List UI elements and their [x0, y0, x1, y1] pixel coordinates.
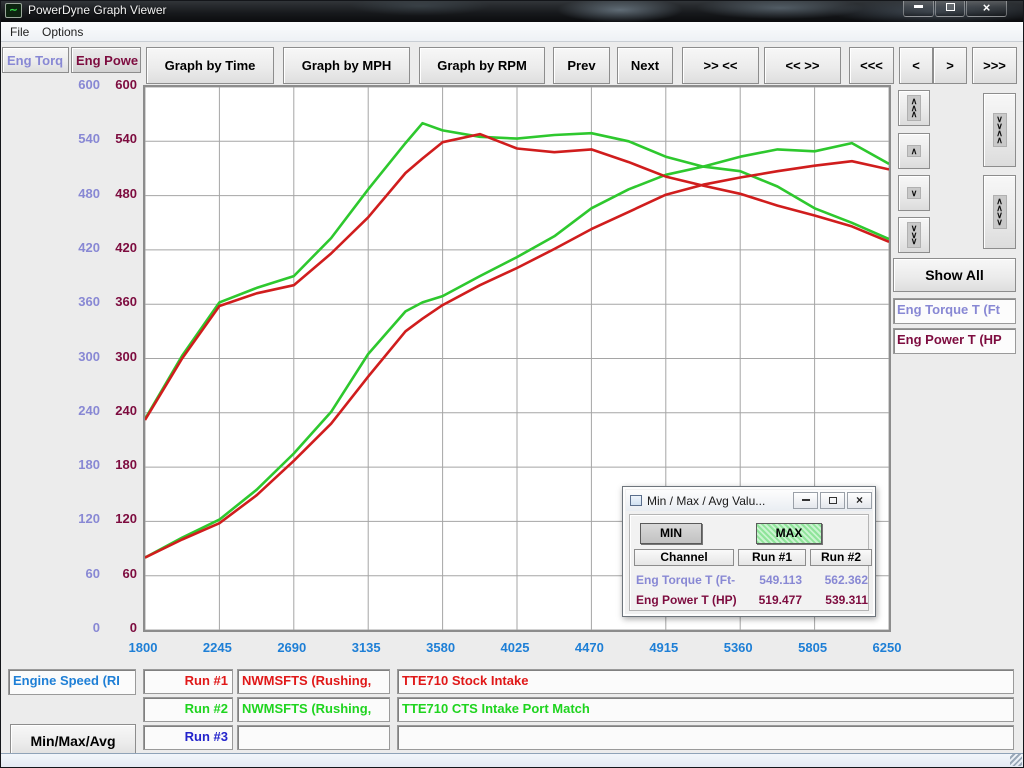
run1-label: Run #1	[143, 669, 233, 694]
x-tick-label-rpm: 4025	[483, 640, 547, 655]
run3-desc-box	[397, 725, 1014, 750]
x-tick-label-rpm: 4470	[557, 640, 621, 655]
scroll-down-button[interactable]: ∨	[898, 175, 930, 211]
maximize-icon	[946, 3, 955, 11]
minmax-power-run1-value: 519.477	[742, 593, 802, 607]
dialog-close-icon: ×	[856, 493, 863, 507]
y-tick-label-power: 60	[0, 566, 137, 581]
run2-label: Run #2	[143, 697, 233, 722]
scroll-up-button[interactable]: ∧	[898, 133, 930, 169]
menu-file[interactable]: File	[6, 24, 33, 40]
dialog-title: Min / Max / Avg Valu...	[647, 494, 791, 508]
minmax-dialog: Min / Max / Avg Valu... × MIN MAX Channe…	[622, 486, 876, 617]
minmax-row-torque-channel: Eng Torque T (Ft-	[636, 573, 735, 587]
x-tick-label-rpm: 3135	[334, 640, 398, 655]
x-tick-label-rpm: 5805	[781, 640, 845, 655]
column-header-run1[interactable]: Run #1	[738, 549, 806, 566]
expand-y-scale-button[interactable]: ∧∧∨∨	[983, 175, 1016, 249]
scroll-first-button[interactable]: <<<	[849, 47, 894, 84]
minmax-dialog-body: MIN MAX Channel Run #1 Run #2 Eng Torque…	[629, 514, 869, 611]
scroll-up-fast-button[interactable]: ∧∧∧	[898, 90, 930, 126]
x-tick-label-rpm: 2690	[260, 640, 324, 655]
legend-eng-power[interactable]: Eng Power T (HP	[893, 328, 1016, 354]
column-header-channel[interactable]: Channel	[634, 549, 734, 566]
y-tick-label-power: 120	[0, 511, 137, 526]
menu-options[interactable]: Options	[38, 24, 87, 40]
y-tick-label-power: 480	[0, 186, 137, 201]
tab-eng-power[interactable]: Eng Powe	[71, 47, 141, 73]
title-bar: ∼ PowerDyne Graph Viewer ×	[0, 0, 1024, 22]
run3-name-box	[237, 725, 390, 750]
y-tick-label-power: 0	[0, 620, 137, 635]
zoom-in-x-button[interactable]: >> <<	[682, 47, 759, 84]
maximize-button[interactable]	[935, 0, 965, 17]
run1-name-box: NWMSFTS (Rushing,	[237, 669, 390, 694]
minmax-torque-run2-value: 562.362	[808, 573, 868, 587]
graph-by-rpm-button[interactable]: Graph by RPM	[419, 47, 545, 84]
minmax-row-power-channel: Eng Power T (HP)	[636, 593, 737, 607]
y-tick-label-power: 420	[0, 240, 137, 255]
x-tick-label-rpm: 5360	[706, 640, 770, 655]
run2-name-box: NWMSFTS (Rushing,	[237, 697, 390, 722]
triple-chevron-up-icon: ∧∧∧	[907, 95, 921, 121]
show-all-button[interactable]: Show All	[893, 258, 1016, 292]
minimize-icon	[914, 5, 923, 8]
x-tick-label-rpm: 3580	[409, 640, 473, 655]
chevron-up-icon: ∧	[907, 145, 921, 158]
close-button[interactable]: ×	[966, 0, 1007, 17]
status-bar	[0, 753, 1024, 768]
x-tick-label-rpm: 4915	[632, 640, 696, 655]
y-tick-label-power: 180	[0, 457, 137, 472]
graph-by-mph-button[interactable]: Graph by MPH	[283, 47, 410, 84]
step-back-button[interactable]: <	[899, 47, 933, 84]
dialog-icon	[630, 495, 642, 506]
min-toggle-button[interactable]: MIN	[640, 523, 702, 544]
max-toggle-button[interactable]: MAX	[756, 523, 822, 544]
dialog-restore-icon	[829, 497, 837, 504]
y-tick-label-power: 600	[0, 77, 137, 92]
x-tick-label-rpm: 1800	[111, 640, 175, 655]
x-tick-label-rpm: 6250	[855, 640, 919, 655]
column-header-run2[interactable]: Run #2	[810, 549, 872, 566]
scroll-down-fast-button[interactable]: ∨∨∨	[898, 217, 930, 253]
prev-button[interactable]: Prev	[553, 47, 610, 84]
close-icon: ×	[983, 0, 991, 15]
window-title: PowerDyne Graph Viewer	[28, 3, 167, 17]
triple-chevron-down-icon: ∨∨∨	[907, 222, 921, 248]
y-tick-label-power: 240	[0, 403, 137, 418]
minimize-button[interactable]	[903, 0, 934, 17]
minmax-power-run2-value: 539.311	[808, 593, 868, 607]
dialog-close-button[interactable]: ×	[847, 492, 872, 509]
collapse-y-scale-button[interactable]: ∨∨∧∧	[983, 93, 1016, 167]
y-tick-label-power: 540	[0, 131, 137, 146]
expand-chevrons-icon: ∧∧∨∨	[993, 195, 1007, 229]
step-forward-button[interactable]: >	[933, 47, 967, 84]
zoom-out-x-button[interactable]: << >>	[764, 47, 841, 84]
run1-desc-box: TTE710 Stock Intake	[397, 669, 1014, 694]
menu-bar	[0, 22, 1024, 42]
x-channel-box[interactable]: Engine Speed (RI	[8, 669, 136, 695]
y-tick-label-power: 300	[0, 349, 137, 364]
collapse-chevrons-icon: ∨∨∧∧	[993, 113, 1007, 147]
app-icon: ∼	[5, 3, 22, 18]
dialog-minimize-button[interactable]	[793, 492, 818, 509]
graph-by-time-button[interactable]: Graph by Time	[146, 47, 274, 84]
resize-grip-icon[interactable]	[1010, 754, 1022, 766]
legend-eng-torque[interactable]: Eng Torque T (Ft	[893, 298, 1016, 324]
next-button[interactable]: Next	[617, 47, 673, 84]
dialog-minimize-icon	[802, 499, 810, 501]
run3-label: Run #3	[143, 725, 233, 750]
y-tick-label-power: 360	[0, 294, 137, 309]
x-tick-label-rpm: 2245	[185, 640, 249, 655]
dialog-restore-button[interactable]	[820, 492, 845, 509]
run2-desc-box: TTE710 CTS Intake Port Match	[397, 697, 1014, 722]
minmax-dialog-titlebar[interactable]: Min / Max / Avg Valu... ×	[626, 490, 872, 511]
minmax-torque-run1-value: 549.113	[742, 573, 802, 587]
tab-eng-torque[interactable]: Eng Torq	[2, 47, 69, 73]
chevron-down-icon: ∨	[907, 187, 921, 200]
scroll-last-button[interactable]: >>>	[972, 47, 1017, 84]
